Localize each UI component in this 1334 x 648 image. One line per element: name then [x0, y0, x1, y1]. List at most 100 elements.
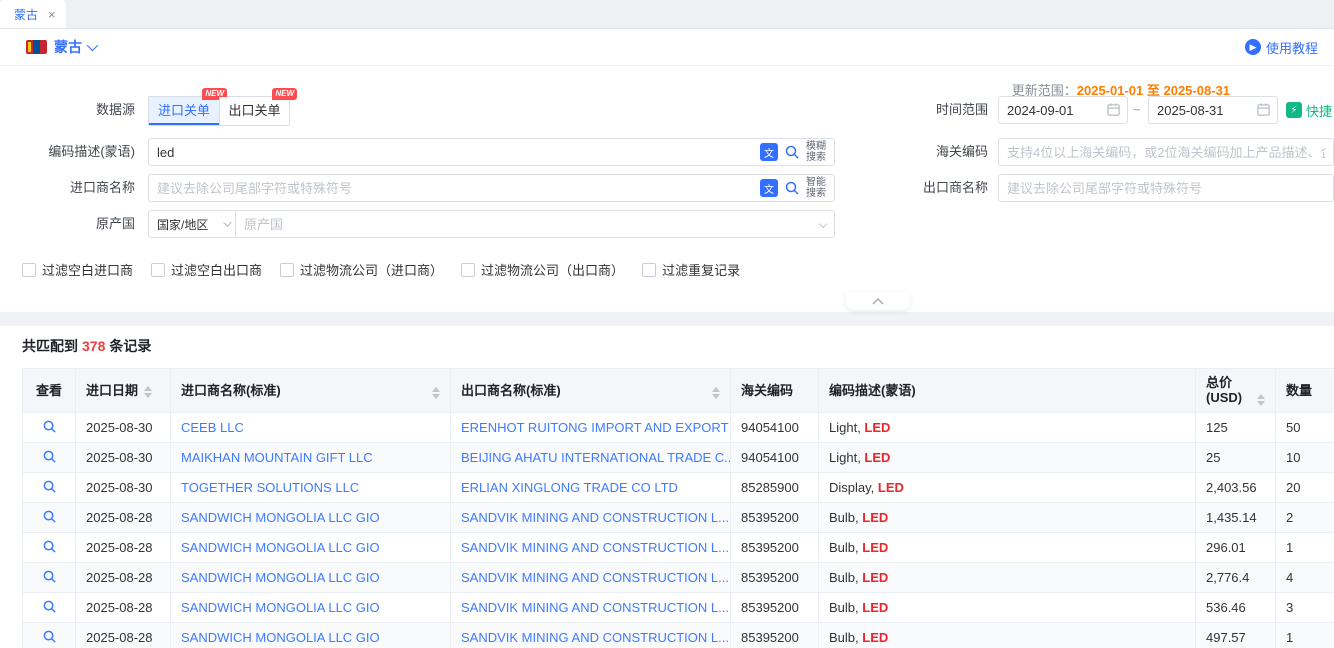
checkbox-filter-logistics-exporter[interactable]: 过滤物流公司（出口商）: [461, 260, 624, 279]
fuzzy-search-toggle[interactable]: 模糊搜索: [806, 141, 828, 163]
view-cell: [23, 503, 76, 533]
header-hs-code: 海关编码: [731, 369, 819, 413]
description-cell: Bulb, LED: [819, 623, 1196, 648]
view-record-button[interactable]: [42, 599, 57, 614]
quantity-cell: 50: [1276, 413, 1334, 443]
importer-input[interactable]: [157, 181, 754, 196]
keyword-highlight: LED: [862, 510, 888, 525]
hs-code-input[interactable]: [998, 138, 1334, 166]
new-badge: NEW: [272, 88, 297, 100]
importer-link[interactable]: SANDWICH MONGOLIA LLC GIO: [181, 540, 380, 555]
table-header-row: 查看 进口日期 进口商名称(标准) 出口商名称(标准) 海关编码 编码描述(蒙语…: [23, 369, 1334, 413]
hs-code-cell: 94054100: [731, 443, 819, 473]
browser-tab-mongolia[interactable]: 蒙古 ×: [0, 0, 66, 28]
table-row: 2025-08-30 MAIKHAN MOUNTAIN GIFT LLC BEI…: [23, 443, 1334, 473]
header-quantity: 数量: [1276, 369, 1334, 413]
sort-icon[interactable]: [1257, 394, 1265, 406]
date-start-wrap: [998, 96, 1128, 124]
exporter-link[interactable]: SANDVIK MINING AND CONSTRUCTION L...: [461, 600, 729, 615]
tutorial-link[interactable]: ▶ 使用教程: [1245, 38, 1318, 57]
tab-import-declarations[interactable]: 进口关单 NEW: [149, 97, 219, 125]
table-body: 2025-08-30 CEEB LLC ERENHOT RUITONG IMPO…: [23, 413, 1334, 648]
hs-code-cell: 94054100: [731, 413, 819, 443]
quantity-cell: 3: [1276, 593, 1334, 623]
importer-link[interactable]: SANDWICH MONGOLIA LLC GIO: [181, 510, 380, 525]
origin-type-select[interactable]: 国家/地区: [148, 210, 236, 238]
importer-cell: SANDWICH MONGOLIA LLC GIO: [171, 593, 451, 623]
checkbox-filter-blank-importer[interactable]: 过滤空白进口商: [22, 260, 133, 279]
import-date-cell: 2025-08-28: [76, 533, 171, 563]
code-desc-input[interactable]: [157, 145, 754, 160]
view-cell: [23, 593, 76, 623]
quantity-cell: 20: [1276, 473, 1334, 503]
importer-link[interactable]: SANDWICH MONGOLIA LLC GIO: [181, 570, 380, 585]
importer-link[interactable]: TOGETHER SOLUTIONS LLC: [181, 480, 359, 495]
importer-link[interactable]: SANDWICH MONGOLIA LLC GIO: [181, 600, 380, 615]
tab-export-declarations[interactable]: 出口关单 NEW: [219, 97, 289, 125]
chevron-down-icon[interactable]: [87, 40, 98, 51]
view-record-button[interactable]: [42, 539, 57, 554]
checkbox-filter-blank-exporter[interactable]: 过滤空白出口商: [151, 260, 262, 279]
view-record-button[interactable]: [42, 629, 57, 644]
exporter-link[interactable]: SANDVIK MINING AND CONSTRUCTION L...: [461, 630, 729, 645]
import-date-cell: 2025-08-28: [76, 593, 171, 623]
quick-icon: ⚡: [1286, 102, 1302, 118]
hs-code-cell: 85395200: [731, 563, 819, 593]
importer-field: 文 智能搜索: [148, 174, 835, 202]
sort-icon[interactable]: [432, 387, 440, 399]
description-cell: Bulb, LED: [819, 563, 1196, 593]
hs-code-cell: 85395200: [731, 503, 819, 533]
table-row: 2025-08-28 SANDWICH MONGOLIA LLC GIO SAN…: [23, 533, 1334, 563]
importer-link[interactable]: SANDWICH MONGOLIA LLC GIO: [181, 630, 380, 645]
search-icon[interactable]: [784, 180, 800, 196]
exporter-input[interactable]: [998, 174, 1334, 202]
view-record-button[interactable]: [42, 449, 57, 464]
translate-icon[interactable]: 文: [760, 179, 778, 197]
importer-link[interactable]: MAIKHAN MOUNTAIN GIFT LLC: [181, 450, 373, 465]
results-summary: 共匹配到378条记录: [0, 326, 1334, 368]
date-end-wrap: [1148, 96, 1278, 124]
view-record-button[interactable]: [42, 419, 57, 434]
calendar-icon[interactable]: [1106, 102, 1121, 117]
exporter-link[interactable]: SANDVIK MINING AND CONSTRUCTION L...: [461, 570, 729, 585]
exporter-link[interactable]: SANDVIK MINING AND CONSTRUCTION L...: [461, 540, 729, 555]
view-cell: [23, 413, 76, 443]
origin-input[interactable]: [235, 210, 835, 238]
view-cell: [23, 473, 76, 503]
translate-icon[interactable]: 文: [760, 143, 778, 161]
total-cell: 2,776.4: [1196, 563, 1276, 593]
total-cell: 1,435.14: [1196, 503, 1276, 533]
importer-link[interactable]: CEEB LLC: [181, 420, 244, 435]
importer-cell: CEEB LLC: [171, 413, 451, 443]
sort-icon[interactable]: [712, 387, 720, 399]
smart-search-toggle[interactable]: 智能搜索: [806, 177, 828, 199]
importer-cell: SANDWICH MONGOLIA LLC GIO: [171, 503, 451, 533]
description-cell: Light, LED: [819, 443, 1196, 473]
mongolia-flag-icon: [26, 40, 47, 54]
collapse-panel-button[interactable]: [846, 292, 910, 310]
keyword-highlight: LED: [862, 600, 888, 615]
exporter-link[interactable]: ERLIAN XINGLONG TRADE CO LTD: [461, 480, 678, 495]
checkbox-filter-logistics-importer[interactable]: 过滤物流公司（进口商）: [280, 260, 443, 279]
chevron-up-icon: [872, 298, 884, 305]
keyword-highlight: LED: [864, 450, 890, 465]
sort-icon[interactable]: [144, 386, 152, 398]
view-cell: [23, 443, 76, 473]
exporter-link[interactable]: SANDVIK MINING AND CONSTRUCTION L...: [461, 510, 729, 525]
exporter-link[interactable]: BEIJING AHATU INTERNATIONAL TRADE C...: [461, 450, 731, 465]
view-record-button[interactable]: [42, 479, 57, 494]
tab-close-icon[interactable]: ×: [48, 8, 56, 21]
checkbox-filter-duplicates[interactable]: 过滤重复记录: [642, 260, 740, 279]
import-date-cell: 2025-08-28: [76, 503, 171, 533]
header-import-date: 进口日期: [76, 369, 171, 413]
hs-code-cell: 85395200: [731, 623, 819, 648]
country-title[interactable]: 蒙古: [54, 37, 82, 57]
search-icon[interactable]: [784, 144, 800, 160]
import-date-cell: 2025-08-28: [76, 563, 171, 593]
calendar-icon[interactable]: [1256, 102, 1271, 117]
view-record-button[interactable]: [42, 569, 57, 584]
total-cell: 497.57: [1196, 623, 1276, 648]
view-record-button[interactable]: [42, 509, 57, 524]
quick-select-button[interactable]: ⚡ 快捷: [1286, 96, 1332, 124]
exporter-link[interactable]: ERENHOT RUITONG IMPORT AND EXPORT ...: [461, 420, 731, 435]
